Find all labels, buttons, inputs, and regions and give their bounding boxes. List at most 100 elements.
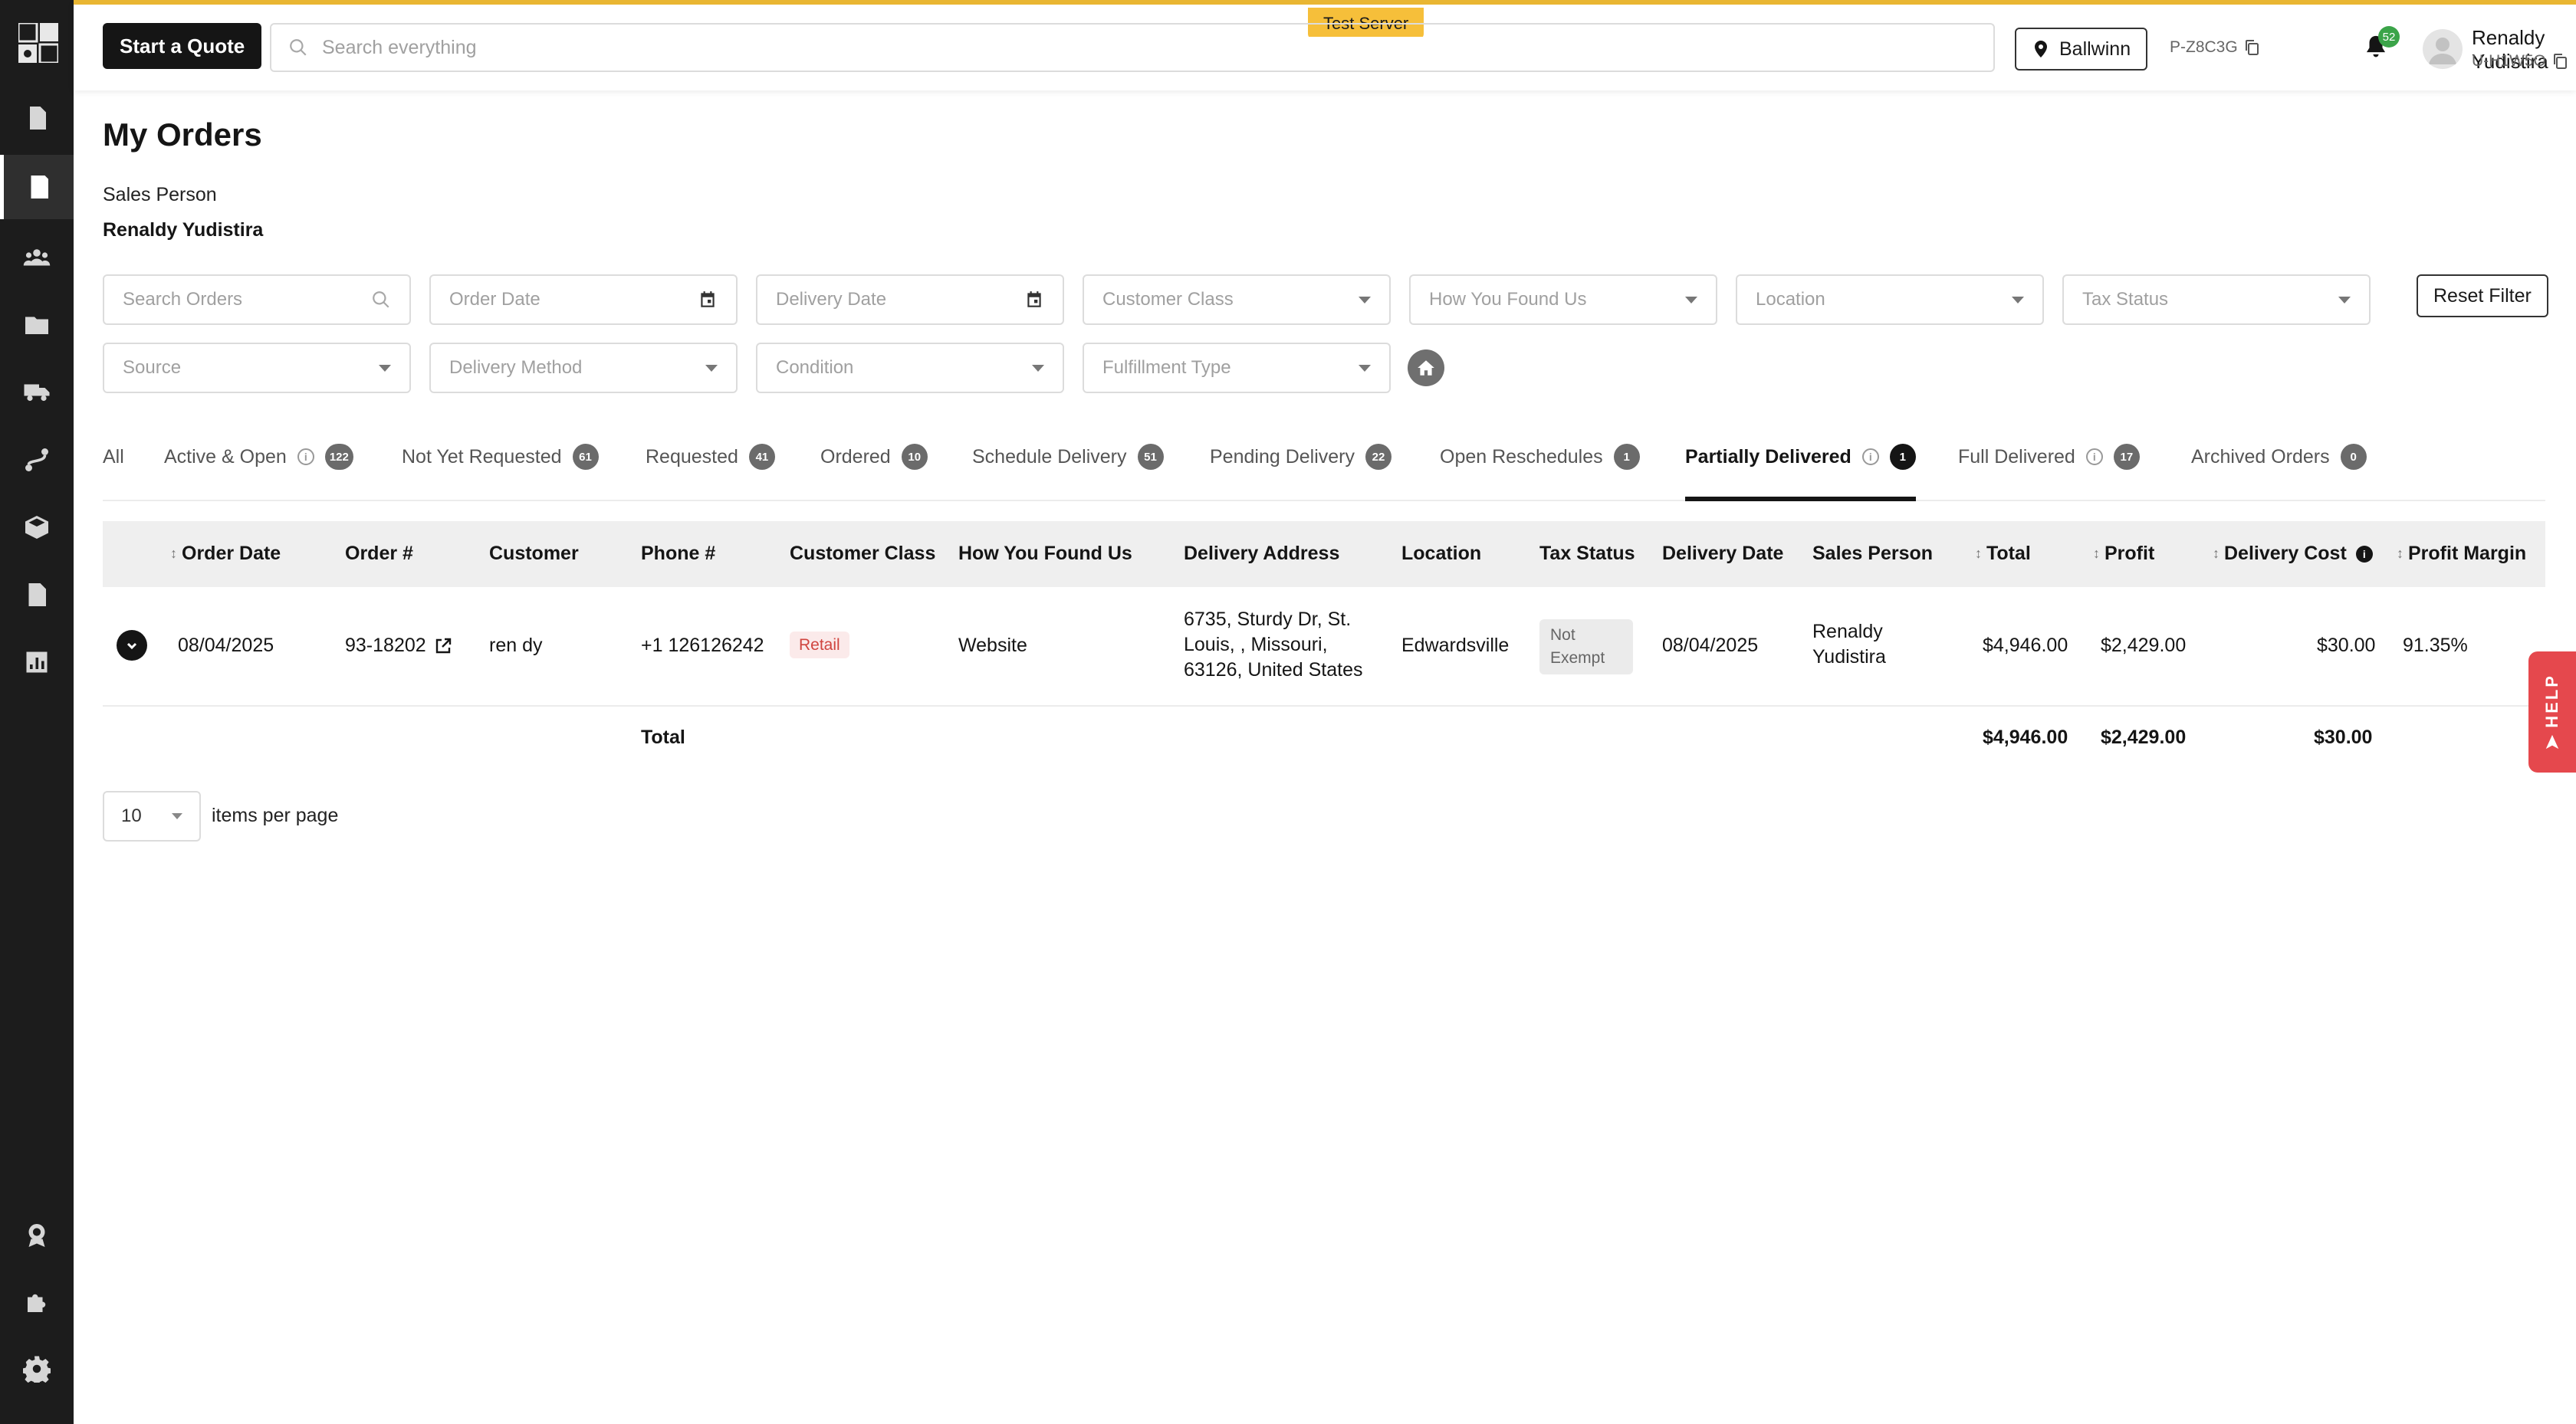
- order-number-link[interactable]: 93-18202: [345, 633, 426, 658]
- cell-sales-person: Renaldy Yudistira: [1812, 621, 1886, 668]
- column-header-order-date[interactable]: ↕ Order Date: [170, 543, 281, 565]
- search-orders-input[interactable]: Search Orders: [103, 274, 411, 325]
- global-search[interactable]: [270, 23, 1995, 72]
- tax-status-badge: Not Exempt: [1539, 619, 1633, 674]
- external-link-icon[interactable]: [434, 637, 452, 655]
- puzzle-icon[interactable]: [0, 1271, 74, 1335]
- tab-pending-delivery[interactable]: Pending Delivery 22: [1210, 444, 1392, 501]
- logo-icon[interactable]: [17, 21, 60, 64]
- cell-order-date: 08/04/2025: [178, 635, 274, 656]
- delivery-date-placeholder: Delivery Date: [776, 289, 887, 310]
- home-filter-button[interactable]: [1408, 349, 1444, 386]
- chevron-down-icon: [1359, 296, 1371, 304]
- notifications-button[interactable]: 52: [2363, 26, 2400, 61]
- cell-delivery-address: 6735, Sturdy Dr, St. Louis, , Missouri, …: [1184, 607, 1363, 683]
- info-icon[interactable]: i: [2355, 545, 2373, 563]
- column-header-order-number: Order #: [345, 543, 413, 564]
- column-header-profit[interactable]: ↕ Profit: [2093, 543, 2154, 565]
- how-found-select[interactable]: How You Found Us: [1409, 274, 1717, 325]
- badge-icon[interactable]: [0, 1203, 74, 1268]
- column-header-location: Location: [1401, 543, 1482, 564]
- dollar-doc-icon[interactable]: [0, 86, 74, 150]
- sort-icon[interactable]: ↕: [2213, 546, 2220, 562]
- user-id-text: U-H1W5O: [2472, 52, 2546, 70]
- truck-icon[interactable]: [0, 360, 74, 425]
- condition-select[interactable]: Condition: [756, 343, 1064, 393]
- cell-customer: ren dy: [489, 635, 543, 656]
- column-header-customer-class: Customer Class: [790, 543, 936, 564]
- location-select[interactable]: Location: [1736, 274, 2044, 325]
- delivery-method-select[interactable]: Delivery Method: [429, 343, 738, 393]
- search-icon: [373, 291, 389, 308]
- sort-icon[interactable]: ↕: [2093, 546, 2100, 562]
- items-per-page-select[interactable]: 10: [103, 791, 201, 842]
- box-icon[interactable]: [0, 495, 74, 559]
- tab-schedule-delivery[interactable]: Schedule Delivery 51: [972, 444, 1164, 501]
- cell-order-number[interactable]: 93-18202: [345, 633, 452, 658]
- footer-delivery-cost-value: $30.00: [2314, 727, 2373, 748]
- info-icon[interactable]: i: [2085, 448, 2103, 465]
- column-header-profit-margin[interactable]: ↕ Profit Margin: [2397, 543, 2526, 565]
- info-icon[interactable]: i: [297, 448, 314, 465]
- orders-doc-icon[interactable]: [0, 155, 74, 219]
- customer-class-select[interactable]: Customer Class: [1083, 274, 1391, 325]
- tab-partially-delivered[interactable]: Partially Delivered i 1: [1685, 444, 1916, 501]
- tab-count: 122: [324, 444, 353, 470]
- tab-label: Ordered: [820, 446, 891, 468]
- source-select[interactable]: Source: [103, 343, 411, 393]
- tab-full-delivered[interactable]: Full Delivered i 17: [1958, 444, 2140, 501]
- copy-icon[interactable]: [2244, 39, 2259, 56]
- tab-count: 10: [901, 444, 928, 470]
- tab-open-reschedules[interactable]: Open Reschedules 1: [1440, 444, 1640, 501]
- sort-icon[interactable]: ↕: [1975, 546, 1982, 562]
- tab-archived-orders[interactable]: Archived Orders 0: [2191, 444, 2367, 501]
- help-button[interactable]: HELP: [2528, 651, 2576, 773]
- global-search-input[interactable]: [322, 36, 1932, 59]
- sort-icon[interactable]: ↕: [170, 546, 177, 562]
- how-found-placeholder: How You Found Us: [1429, 289, 1587, 310]
- home-icon: [1418, 360, 1434, 376]
- tab-active-open[interactable]: Active & Open i 122: [164, 444, 353, 501]
- tab-ordered[interactable]: Ordered 10: [820, 444, 928, 501]
- map-pin-icon: [2035, 41, 2047, 57]
- delivery-date-picker[interactable]: Delivery Date: [756, 274, 1064, 325]
- cell-how-found: Website: [958, 635, 1027, 656]
- bar-chart-icon[interactable]: [0, 630, 74, 694]
- column-header-sales-person: Sales Person: [1812, 543, 1934, 564]
- route-icon[interactable]: [0, 428, 74, 492]
- chevron-down-icon: [1359, 364, 1371, 372]
- items-per-page-label: items per page: [212, 805, 339, 826]
- expand-row-button[interactable]: [117, 630, 147, 661]
- order-date-picker[interactable]: Order Date: [429, 274, 738, 325]
- table-row[interactable]: 08/04/2025 93-18202 ren dy +1 126126242 …: [103, 587, 2545, 707]
- column-header-total[interactable]: ↕ Total: [1975, 543, 2031, 565]
- tab-count: 1: [1889, 444, 1916, 470]
- sort-icon[interactable]: ↕: [2397, 546, 2404, 562]
- gear-icon[interactable]: [0, 1337, 74, 1401]
- top-bar: Test Server Start a Quote Ballwinn P-Z8C…: [74, 0, 2576, 90]
- cell-customer-class: Retail: [790, 632, 849, 658]
- folder-icon[interactable]: [0, 293, 74, 357]
- cell-total: $4,946.00: [1983, 635, 2068, 656]
- people-icon[interactable]: [0, 225, 74, 290]
- document-icon[interactable]: [0, 563, 74, 627]
- column-header-tax-status: Tax Status: [1539, 543, 1635, 564]
- location-button[interactable]: Ballwinn: [2015, 28, 2148, 71]
- avatar[interactable]: [2423, 29, 2463, 69]
- reset-filter-button[interactable]: Reset Filter: [2417, 274, 2548, 317]
- copy-icon[interactable]: [2552, 53, 2568, 70]
- fulfillment-type-select[interactable]: Fulfillment Type: [1083, 343, 1391, 393]
- chevron-down-icon: [705, 364, 718, 372]
- page-title: My Orders: [103, 116, 262, 153]
- calendar-icon: [1027, 291, 1041, 307]
- send-icon: [2545, 735, 2559, 750]
- start-quote-button[interactable]: Start a Quote: [103, 23, 262, 69]
- customer-class-placeholder: Customer Class: [1102, 289, 1234, 310]
- tab-not-yet-requested[interactable]: Not Yet Requested 61: [402, 444, 599, 501]
- column-header-delivery-cost[interactable]: ↕ Delivery Cost i: [2213, 543, 2373, 565]
- project-id-text: P-Z8C3G: [2170, 38, 2238, 56]
- tab-all[interactable]: All: [103, 446, 124, 501]
- tax-status-select[interactable]: Tax Status: [2062, 274, 2371, 325]
- info-icon[interactable]: i: [1861, 448, 1879, 465]
- tab-requested[interactable]: Requested 41: [646, 444, 775, 501]
